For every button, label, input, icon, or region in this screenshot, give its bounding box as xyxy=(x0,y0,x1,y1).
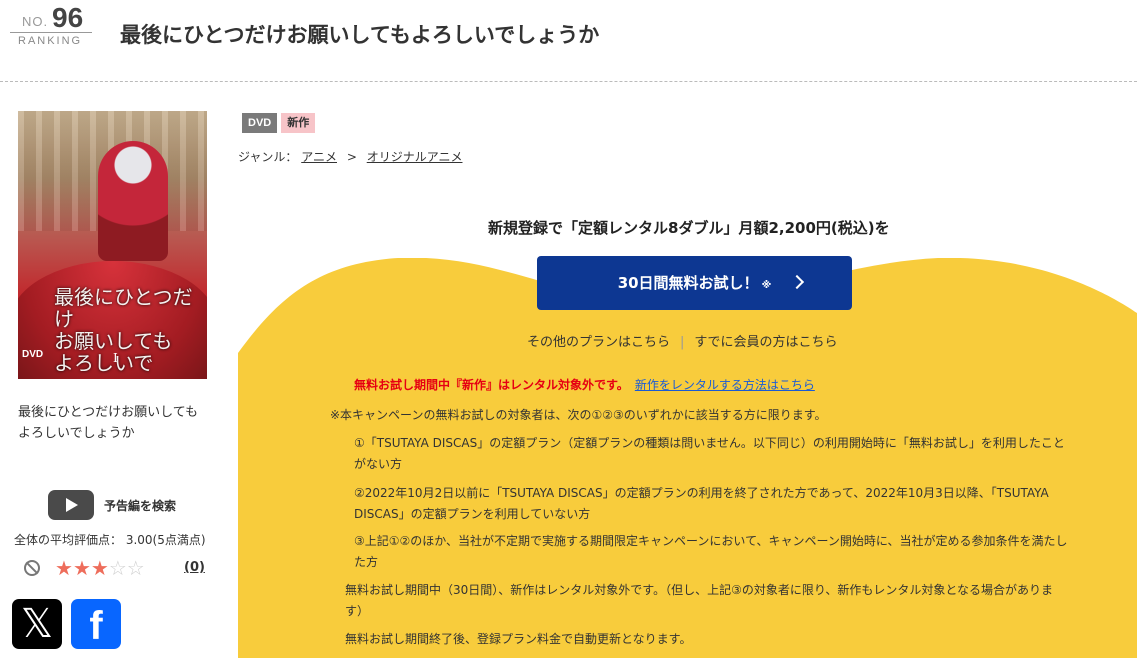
new-rental-method-link[interactable]: 新作をレンタルする方法はこちら xyxy=(635,378,815,392)
genre-link-original-anime[interactable]: オリジナルアニメ xyxy=(367,150,463,164)
star-icon: ★ xyxy=(90,556,109,580)
member-login-link[interactable]: すでに会員の方はこちら xyxy=(694,335,837,350)
asterisk-note-mark: ※ xyxy=(761,280,772,291)
ranking-badge: NO. 96 RANKING xyxy=(10,2,92,48)
youtube-play-icon xyxy=(48,490,94,520)
star-empty-icon: ☆ xyxy=(108,556,127,580)
genre-label: ジャンル： xyxy=(238,150,298,164)
breadcrumb-separator: > xyxy=(346,150,357,164)
x-share-icon[interactable]: 𝕏 xyxy=(12,599,62,649)
page-title: 最後にひとつだけお願いしてもよろしいでしょうか xyxy=(120,23,600,47)
link-divider: | xyxy=(680,335,685,350)
trailer-search-label: 予告編を検索 xyxy=(104,498,177,513)
rank-prefix: NO. xyxy=(22,14,49,29)
genre-link-anime[interactable]: アニメ xyxy=(301,150,337,164)
star-rating: ★★★☆☆ xyxy=(55,556,145,580)
genre-breadcrumb: ジャンル： アニメ > オリジナルアニメ xyxy=(238,148,462,165)
notice-red-text: 無料お試し期間中『新作』はレンタル対象外です。 xyxy=(354,378,629,392)
rank-divider xyxy=(10,32,92,33)
condition-3: ③上記①②のほか、当社が不定期で実施する期間限定キャンペーンにおいて、キャンペー… xyxy=(354,534,1068,569)
condition-1: ①「TSUTAYA DISCAS」の定額プラン（定額プランの種類は問いません。以… xyxy=(354,436,1065,471)
chevron-right-icon xyxy=(789,274,805,290)
trailer-search-button[interactable]: 予告編を検索 xyxy=(48,490,176,520)
conditions-intro: ※本キャンペーンの無料お試しの対象者は、次の①②③のいずれかに該当する方に限りま… xyxy=(330,408,827,422)
new-release-notice: 無料お試し期間中『新作』はレンタル対象外です。 新作をレンタルする方法はこちら xyxy=(354,376,815,393)
page-header: NO. 96 RANKING 最後にひとつだけお願いしてもよろしいでしょうか xyxy=(0,0,1137,82)
review-count-link[interactable]: (0) xyxy=(184,560,205,575)
no-entry-icon xyxy=(24,560,40,576)
cover-logo: 最後にひとつだけ お願いしても よろしいで xyxy=(54,285,193,375)
rank-number: 96 xyxy=(52,2,84,33)
plan-links: その他のプランはこちら | すでに会員の方はこちら xyxy=(527,331,838,350)
star-icon: ★ xyxy=(55,556,73,580)
format-badge: DVD xyxy=(242,113,278,133)
free-trial-label: 30日間無料お試し！ xyxy=(617,274,759,292)
cover-volume: I xyxy=(113,351,118,365)
condition-2: ②2022年10月2日以前に「TSUTAYA DISCAS」の定額プランの利用を… xyxy=(354,486,1049,521)
product-title: 最後にひとつだけお願いしてもよろしいでしょうか xyxy=(18,405,199,441)
average-rating-text: 全体の平均評価点： 3.00(5点満点) xyxy=(14,533,206,547)
trial-note-1: 無料お試し期間中（30日間）、新作はレンタル対象外です。（但し、上記③の対象者に… xyxy=(345,583,1053,618)
product-cover-image[interactable]: 最後にひとつだけ お願いしても よろしいで I DVD xyxy=(18,111,207,379)
star-empty-icon: ☆ xyxy=(126,556,145,580)
other-plans-link[interactable]: その他のプランはこちら xyxy=(527,335,670,350)
rank-label: RANKING xyxy=(18,35,83,47)
promo-headline: 新規登録で「定額レンタル8ダブル」月額2,200円(税込)を xyxy=(488,219,890,237)
star-icon: ★ xyxy=(72,556,91,580)
facebook-share-icon[interactable]: f xyxy=(71,599,121,649)
trial-note-2: 無料お試し期間終了後、登録プラン料金で自動更新となります。 xyxy=(345,632,692,646)
cover-dvd-logo: DVD xyxy=(22,349,44,360)
badge-group: DVD 新作 xyxy=(242,113,316,133)
free-trial-button[interactable]: 30日間無料お試し！ ※ xyxy=(537,256,852,310)
rating-row: ★★★☆☆ (0) xyxy=(22,556,212,582)
new-release-badge: 新作 xyxy=(281,113,316,133)
